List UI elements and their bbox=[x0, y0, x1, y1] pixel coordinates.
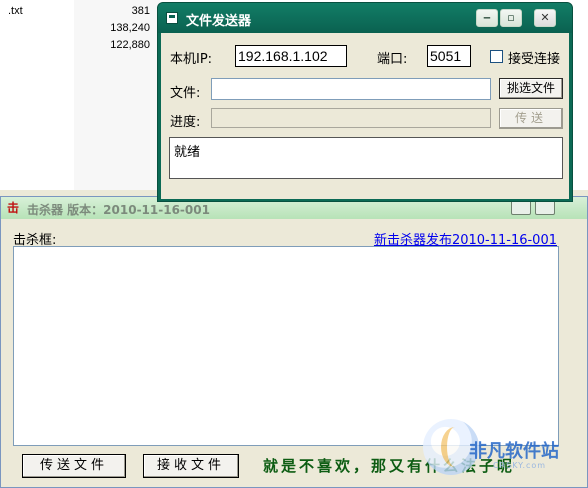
progress-bar bbox=[211, 108, 491, 128]
list-item[interactable]: 122,880 bbox=[0, 37, 150, 53]
file-label: 文件: bbox=[170, 86, 201, 101]
sender-titlebar[interactable]: 文件发送器 ‒ ▫ ✕ bbox=[158, 3, 572, 33]
list-item[interactable]: 138,240 bbox=[0, 20, 150, 36]
killer-app-icon: 击 bbox=[7, 201, 20, 215]
file-size: 138,240 bbox=[110, 22, 150, 34]
sender-app-icon bbox=[166, 12, 178, 24]
file-size: 122,880 bbox=[110, 39, 150, 51]
file-sender-window: 文件发送器 ‒ ▫ ✕ 本机IP: 192.168.1.102 端口: 5051… bbox=[157, 2, 573, 202]
local-ip-field[interactable]: 192.168.1.102 bbox=[235, 45, 347, 67]
sender-window-title: 文件发送器 bbox=[186, 14, 252, 29]
local-ip-label: 本机IP: bbox=[170, 52, 213, 67]
choose-file-button[interactable]: 挑选文件 bbox=[499, 78, 563, 99]
list-item[interactable]: .txt 381 bbox=[0, 3, 150, 19]
port-field[interactable]: 5051 bbox=[427, 45, 471, 67]
killer-window-title: 击杀器 版本：2010-11-16-001 bbox=[27, 203, 210, 217]
background-file-list: .txt 381 138,240 122,880 bbox=[0, 0, 160, 190]
send-file-button[interactable]: 传送文件 bbox=[22, 454, 126, 478]
receive-file-button[interactable]: 接收文件 bbox=[143, 454, 239, 478]
close-icon[interactable]: ✕ bbox=[534, 9, 556, 27]
send-button[interactable]: 传送 bbox=[499, 108, 563, 129]
status-box: 就绪 bbox=[169, 137, 563, 179]
watermark-subtext: CRSKY.com bbox=[493, 461, 547, 470]
file-size: 381 bbox=[131, 5, 150, 17]
sender-body: 本机IP: 192.168.1.102 端口: 5051 接受连接 文件: 挑选… bbox=[161, 33, 569, 199]
file-path-field[interactable] bbox=[211, 78, 491, 100]
kill-box-textarea[interactable] bbox=[13, 246, 559, 446]
accept-connection-checkbox[interactable] bbox=[490, 50, 503, 63]
accept-connection-label: 接受连接 bbox=[508, 52, 561, 67]
watermark-logo: 非凡软件站 CRSKY.com bbox=[419, 419, 583, 479]
watermark-text: 非凡软件站 bbox=[469, 441, 559, 462]
file-name: .txt bbox=[8, 5, 23, 17]
minimize-icon[interactable]: ‒ bbox=[476, 9, 498, 27]
killer-window: 击 击杀器 版本：2010-11-16-001 击杀框: 新击杀器发布2010-… bbox=[0, 196, 588, 488]
progress-label: 进度: bbox=[170, 115, 201, 130]
port-label: 端口: bbox=[377, 52, 408, 67]
maximize-icon[interactable]: ▫ bbox=[500, 9, 522, 27]
